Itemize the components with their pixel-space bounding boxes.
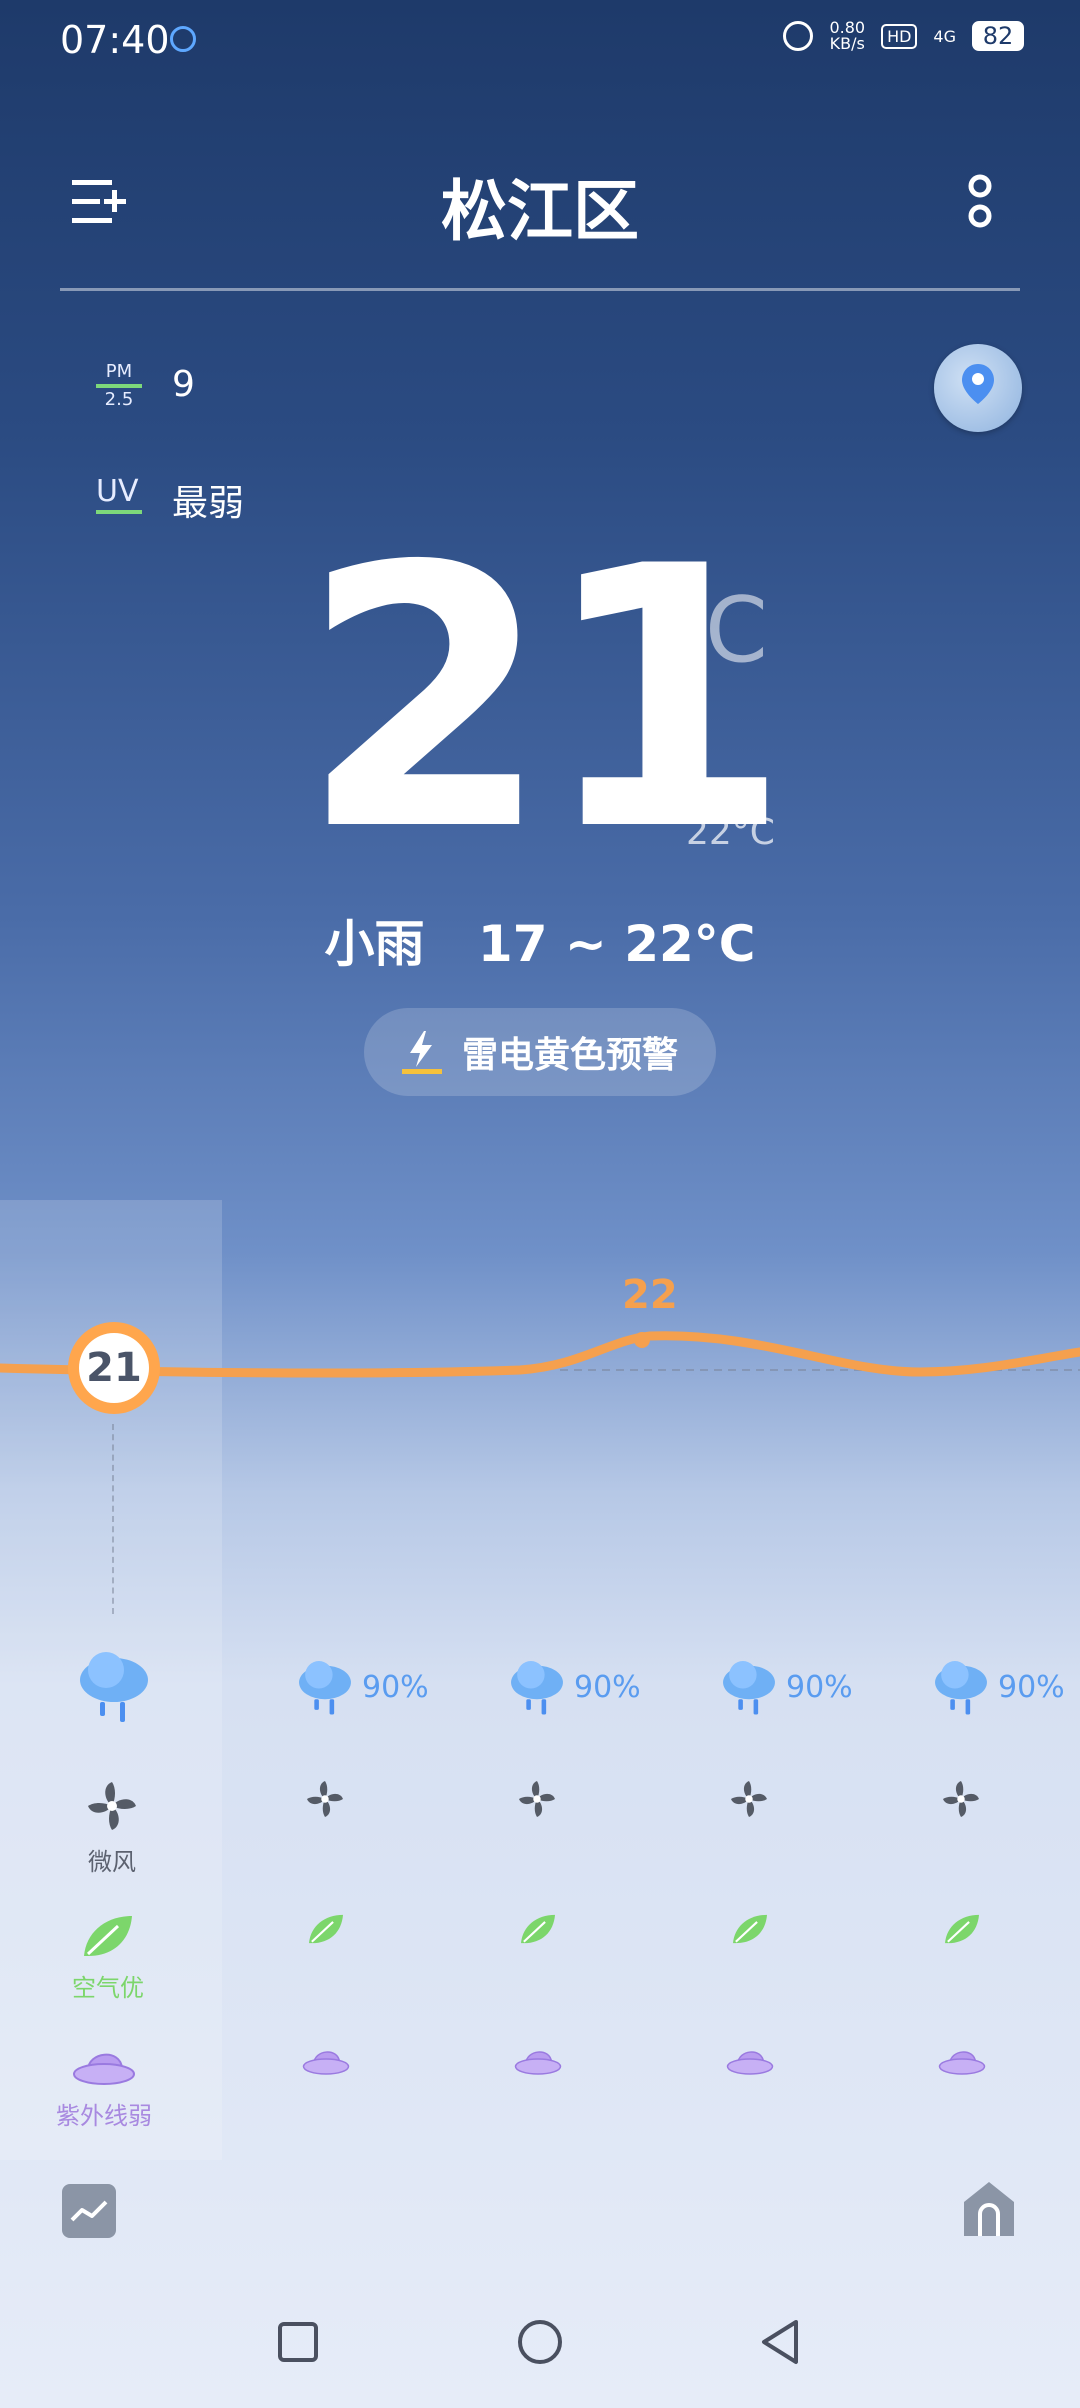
uv-cell-4 — [938, 2044, 986, 2077]
uv-icon: UV — [96, 474, 139, 509]
leaf-icon — [945, 1914, 979, 1944]
status-icons: 0.80 KB/s HD 4G 82 — [783, 20, 1024, 52]
temperature-chart — [0, 1331, 1080, 1378]
wind-cell-2 — [516, 1778, 558, 1820]
rain-cloud-icon — [80, 1652, 148, 1722]
current-temperature: 21 — [300, 490, 791, 909]
air-cell-4 — [942, 1912, 982, 1946]
recent-apps-button[interactable] — [278, 2322, 318, 2362]
wind-cell-current: 微风 — [84, 1778, 140, 1877]
trend-button[interactable] — [62, 2184, 116, 2238]
uv-cell-2 — [514, 2044, 562, 2077]
lightning-icon — [401, 1031, 442, 1074]
air-cell-2 — [518, 1912, 558, 1946]
fan-icon — [943, 1781, 979, 1817]
air-cell-current: 空气优 — [72, 1912, 144, 2003]
fan-icon — [88, 1782, 136, 1830]
net-speed: 0.80 KB/s — [829, 18, 866, 53]
trend-icon — [70, 2200, 108, 2222]
precip-cell-current — [76, 1648, 152, 1724]
leaf-icon — [309, 1914, 343, 1944]
uv-underline — [96, 510, 142, 514]
signal-4g: 4G — [933, 26, 956, 46]
precip-cell-1: 90% — [296, 1658, 429, 1716]
current-temp-marker: 21 — [68, 1322, 160, 1414]
sun-hat-icon — [73, 2053, 135, 2085]
notification-icon — [170, 26, 196, 52]
status-time: 07:40 — [60, 18, 170, 62]
sun-hat-icon — [302, 2051, 350, 2075]
pm25-icon: PM 2.5 — [96, 362, 142, 410]
sun-hat-icon — [726, 2051, 774, 2075]
rain-cloud-icon — [299, 1661, 351, 1715]
temperature-unit: °C — [660, 578, 768, 683]
fan-icon — [519, 1781, 555, 1817]
wind-cell-3 — [728, 1778, 770, 1820]
wind-cell-1 — [304, 1778, 346, 1820]
uv-value[interactable]: 最弱 — [172, 474, 244, 526]
back-button[interactable] — [758, 2318, 802, 2366]
current-hour-line — [112, 1424, 114, 1614]
sun-hat-icon — [514, 2051, 562, 2075]
leaf-icon — [84, 1916, 132, 1956]
uv-cell-1 — [302, 2044, 350, 2077]
precip-cell-2: 90% — [508, 1658, 641, 1716]
rain-cloud-icon — [935, 1661, 987, 1715]
precip-cell-3: 90% — [720, 1658, 853, 1716]
more-vertical-icon[interactable] — [960, 172, 1000, 232]
peak-point — [634, 1332, 650, 1348]
location-button[interactable] — [934, 344, 1022, 432]
home-nav-button[interactable] — [518, 2320, 562, 2364]
air-cell-1 — [306, 1912, 346, 1946]
air-cell-3 — [730, 1912, 770, 1946]
home-icon[interactable] — [962, 2180, 1016, 2238]
city-title[interactable]: 松江区 — [0, 158, 1080, 254]
rain-cloud-icon — [511, 1661, 563, 1715]
precip-cell-4: 90% — [932, 1658, 1065, 1716]
fan-icon — [307, 1781, 343, 1817]
battery-icon: 82 — [972, 21, 1024, 51]
leaf-icon — [733, 1914, 767, 1944]
header-divider — [60, 288, 1020, 291]
peak-temp-label: 22 — [622, 1272, 678, 1318]
sun-hat-icon — [938, 2051, 986, 2075]
location-pin-icon — [962, 364, 994, 404]
uv-cell-3 — [726, 2044, 774, 2077]
leaf-icon — [521, 1914, 555, 1944]
fan-icon — [731, 1781, 767, 1817]
pm25-value[interactable]: 9 — [172, 364, 195, 405]
weather-condition: 小雨 17 ~ 22°C — [324, 915, 756, 973]
rain-cloud-icon — [723, 1661, 775, 1715]
weather-alert-button[interactable]: 雷电黄色预警 — [364, 1008, 716, 1096]
hd-badge: HD — [881, 23, 918, 49]
uv-cell-current: 紫外线弱 — [56, 2044, 152, 2131]
temperature-line — [0, 1331, 1080, 1378]
feels-like-value: 22°C — [686, 812, 775, 853]
wind-cell-4 — [940, 1778, 982, 1820]
alarm-icon — [783, 21, 814, 51]
